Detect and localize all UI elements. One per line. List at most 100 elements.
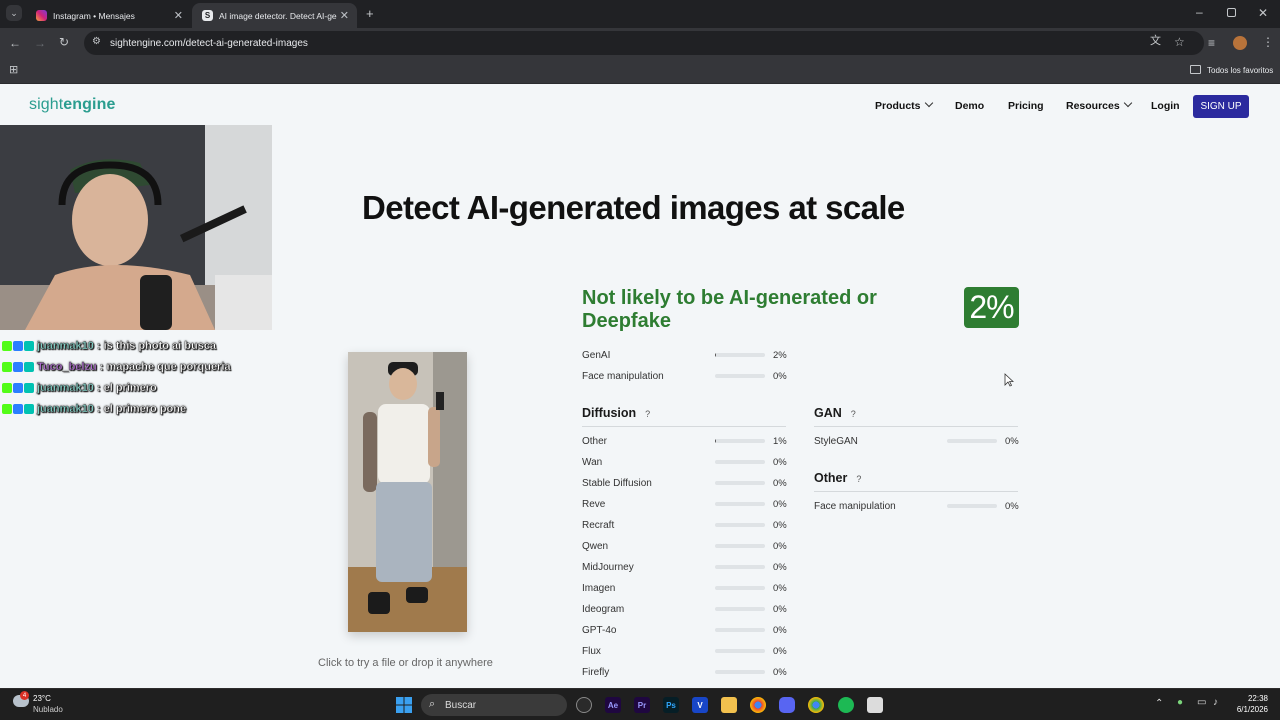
- nav-login[interactable]: Login: [1151, 100, 1180, 112]
- section-gan: GAN?: [814, 406, 856, 420]
- microphone-icon[interactable]: ●: [1177, 697, 1183, 708]
- page-headline: Detect AI-generated images at scale: [362, 189, 905, 226]
- row-label: Recraft: [582, 520, 615, 531]
- score-bar: [715, 628, 765, 632]
- weather-temp[interactable]: 23°C: [33, 694, 51, 703]
- row-label: GenAI: [582, 350, 611, 361]
- clock-date[interactable]: 6/1/2026: [1228, 705, 1268, 714]
- nav-products[interactable]: Products: [875, 98, 933, 112]
- chat-text: : is this photo ai busca: [96, 339, 217, 352]
- all-bookmarks-link[interactable]: Todos los favoritos: [1207, 66, 1273, 75]
- chat-username: juanmak10: [37, 402, 94, 415]
- result-row-diffusion: Flux 0%: [582, 646, 792, 658]
- webcam-feed: [0, 125, 272, 330]
- row-label: Face manipulation: [814, 501, 896, 512]
- obs-icon[interactable]: [576, 697, 592, 713]
- bookmark-star-icon[interactable]: ☆: [1174, 36, 1185, 48]
- app-icon[interactable]: [867, 697, 883, 713]
- weather-desc[interactable]: Nublado: [33, 705, 63, 714]
- photoshop-icon[interactable]: Ps: [663, 697, 679, 713]
- score-bar: [947, 504, 997, 508]
- instagram-icon: [36, 10, 47, 21]
- section-diffusion: Diffusion?: [582, 406, 650, 420]
- clock-time[interactable]: 22:38: [1232, 694, 1268, 703]
- tab-title: Instagram • Mensajes: [53, 10, 135, 21]
- row-label: Imagen: [582, 583, 616, 594]
- chevron-down-icon: [924, 98, 933, 108]
- menu-icon[interactable]: ⋮: [1262, 36, 1274, 48]
- section-title: GAN: [814, 406, 842, 420]
- translate-icon[interactable]: 文: [1150, 36, 1161, 47]
- drop-zone-hint[interactable]: Click to try a file or drop it anywhere: [318, 657, 493, 669]
- row-percent: 2%: [773, 350, 787, 361]
- score-bar: [715, 565, 765, 569]
- sightengine-logo[interactable]: sightengine: [29, 96, 115, 114]
- nav-resources[interactable]: Resources: [1066, 98, 1132, 112]
- score-bar: [715, 523, 765, 527]
- signup-button[interactable]: SIGN UP: [1193, 95, 1249, 118]
- tab-search-icon[interactable]: ⌄: [6, 5, 22, 21]
- uploaded-image-preview[interactable]: [348, 352, 467, 632]
- sub-badge-icon: [13, 340, 23, 351]
- vegas-icon[interactable]: V: [692, 697, 708, 713]
- premiere-icon[interactable]: Pr: [634, 697, 650, 713]
- gift-badge-icon: [24, 403, 34, 414]
- chevron-up-icon[interactable]: ⌃: [1155, 698, 1163, 709]
- result-row-diffusion: Reve 0%: [582, 499, 792, 511]
- search-icon: ⌕: [429, 698, 436, 710]
- row-percent: 0%: [773, 583, 787, 594]
- row-percent: 0%: [773, 371, 787, 382]
- windows-start-icon[interactable]: [396, 697, 412, 713]
- folder-icon: [1190, 65, 1201, 74]
- nav-demo[interactable]: Demo: [955, 100, 984, 112]
- score-bar: [715, 586, 765, 590]
- new-tab-icon[interactable]: +: [366, 7, 374, 20]
- row-label: Reve: [582, 499, 606, 510]
- result-row-diffusion: Stable Diffusion 0%: [582, 478, 792, 490]
- media-icon[interactable]: ≡: [1208, 37, 1215, 49]
- row-percent: 0%: [773, 625, 787, 636]
- score-fill: [715, 439, 716, 443]
- score-bar: [715, 544, 765, 548]
- logo-part-light: sight: [29, 96, 64, 113]
- help-icon[interactable]: ?: [851, 409, 856, 419]
- volume-icon[interactable]: ♪: [1213, 697, 1218, 708]
- discord-icon[interactable]: [779, 697, 795, 713]
- reload-icon[interactable]: ↻: [59, 36, 69, 48]
- after-effects-icon[interactable]: Ae: [605, 697, 621, 713]
- apps-grid-icon[interactable]: ⊞: [9, 65, 18, 76]
- restore-icon[interactable]: [1227, 8, 1236, 17]
- network-icon[interactable]: ▭: [1197, 697, 1206, 708]
- mouse-cursor-icon: [1004, 373, 1014, 387]
- forward-icon[interactable]: →: [34, 37, 46, 49]
- help-icon[interactable]: ?: [856, 474, 861, 484]
- profile-avatar[interactable]: [1233, 36, 1247, 50]
- kick-badge-icon: [2, 403, 12, 414]
- row-percent: 0%: [773, 604, 787, 615]
- tab-sightengine[interactable]: S AI image detector. Detect AI-gen ✕: [192, 3, 357, 28]
- close-window-icon[interactable]: ✕: [1258, 7, 1268, 19]
- gift-badge-icon: [24, 340, 34, 351]
- nav-pricing[interactable]: Pricing: [1008, 100, 1044, 112]
- file-explorer-icon[interactable]: [721, 697, 737, 713]
- row-percent: 0%: [773, 499, 787, 510]
- section-divider: [814, 426, 1018, 427]
- chat-username: juanmak10: [37, 339, 94, 352]
- spotify-icon[interactable]: [838, 697, 854, 713]
- help-icon[interactable]: ?: [645, 409, 650, 419]
- score-bar: [715, 353, 765, 357]
- chrome-profile-icon[interactable]: [808, 697, 824, 713]
- address-bar[interactable]: ⚙ sightengine.com/detect-ai-generated-im…: [84, 31, 1204, 55]
- back-icon[interactable]: ←: [9, 37, 21, 49]
- close-tab-icon[interactable]: ✕: [340, 9, 349, 22]
- windows-logo: [396, 697, 412, 713]
- chrome-icon[interactable]: [750, 697, 766, 713]
- site-info-icon[interactable]: ⚙: [92, 37, 101, 47]
- tab-instagram[interactable]: Instagram • Mensajes ✕: [26, 3, 191, 28]
- row-percent: 0%: [773, 541, 787, 552]
- nav-label: Products: [875, 100, 921, 112]
- close-tab-icon[interactable]: ✕: [174, 9, 183, 22]
- score-bar: [947, 439, 997, 443]
- taskbar-search[interactable]: ⌕ Buscar: [421, 694, 567, 716]
- minimize-icon[interactable]: –: [1196, 6, 1203, 18]
